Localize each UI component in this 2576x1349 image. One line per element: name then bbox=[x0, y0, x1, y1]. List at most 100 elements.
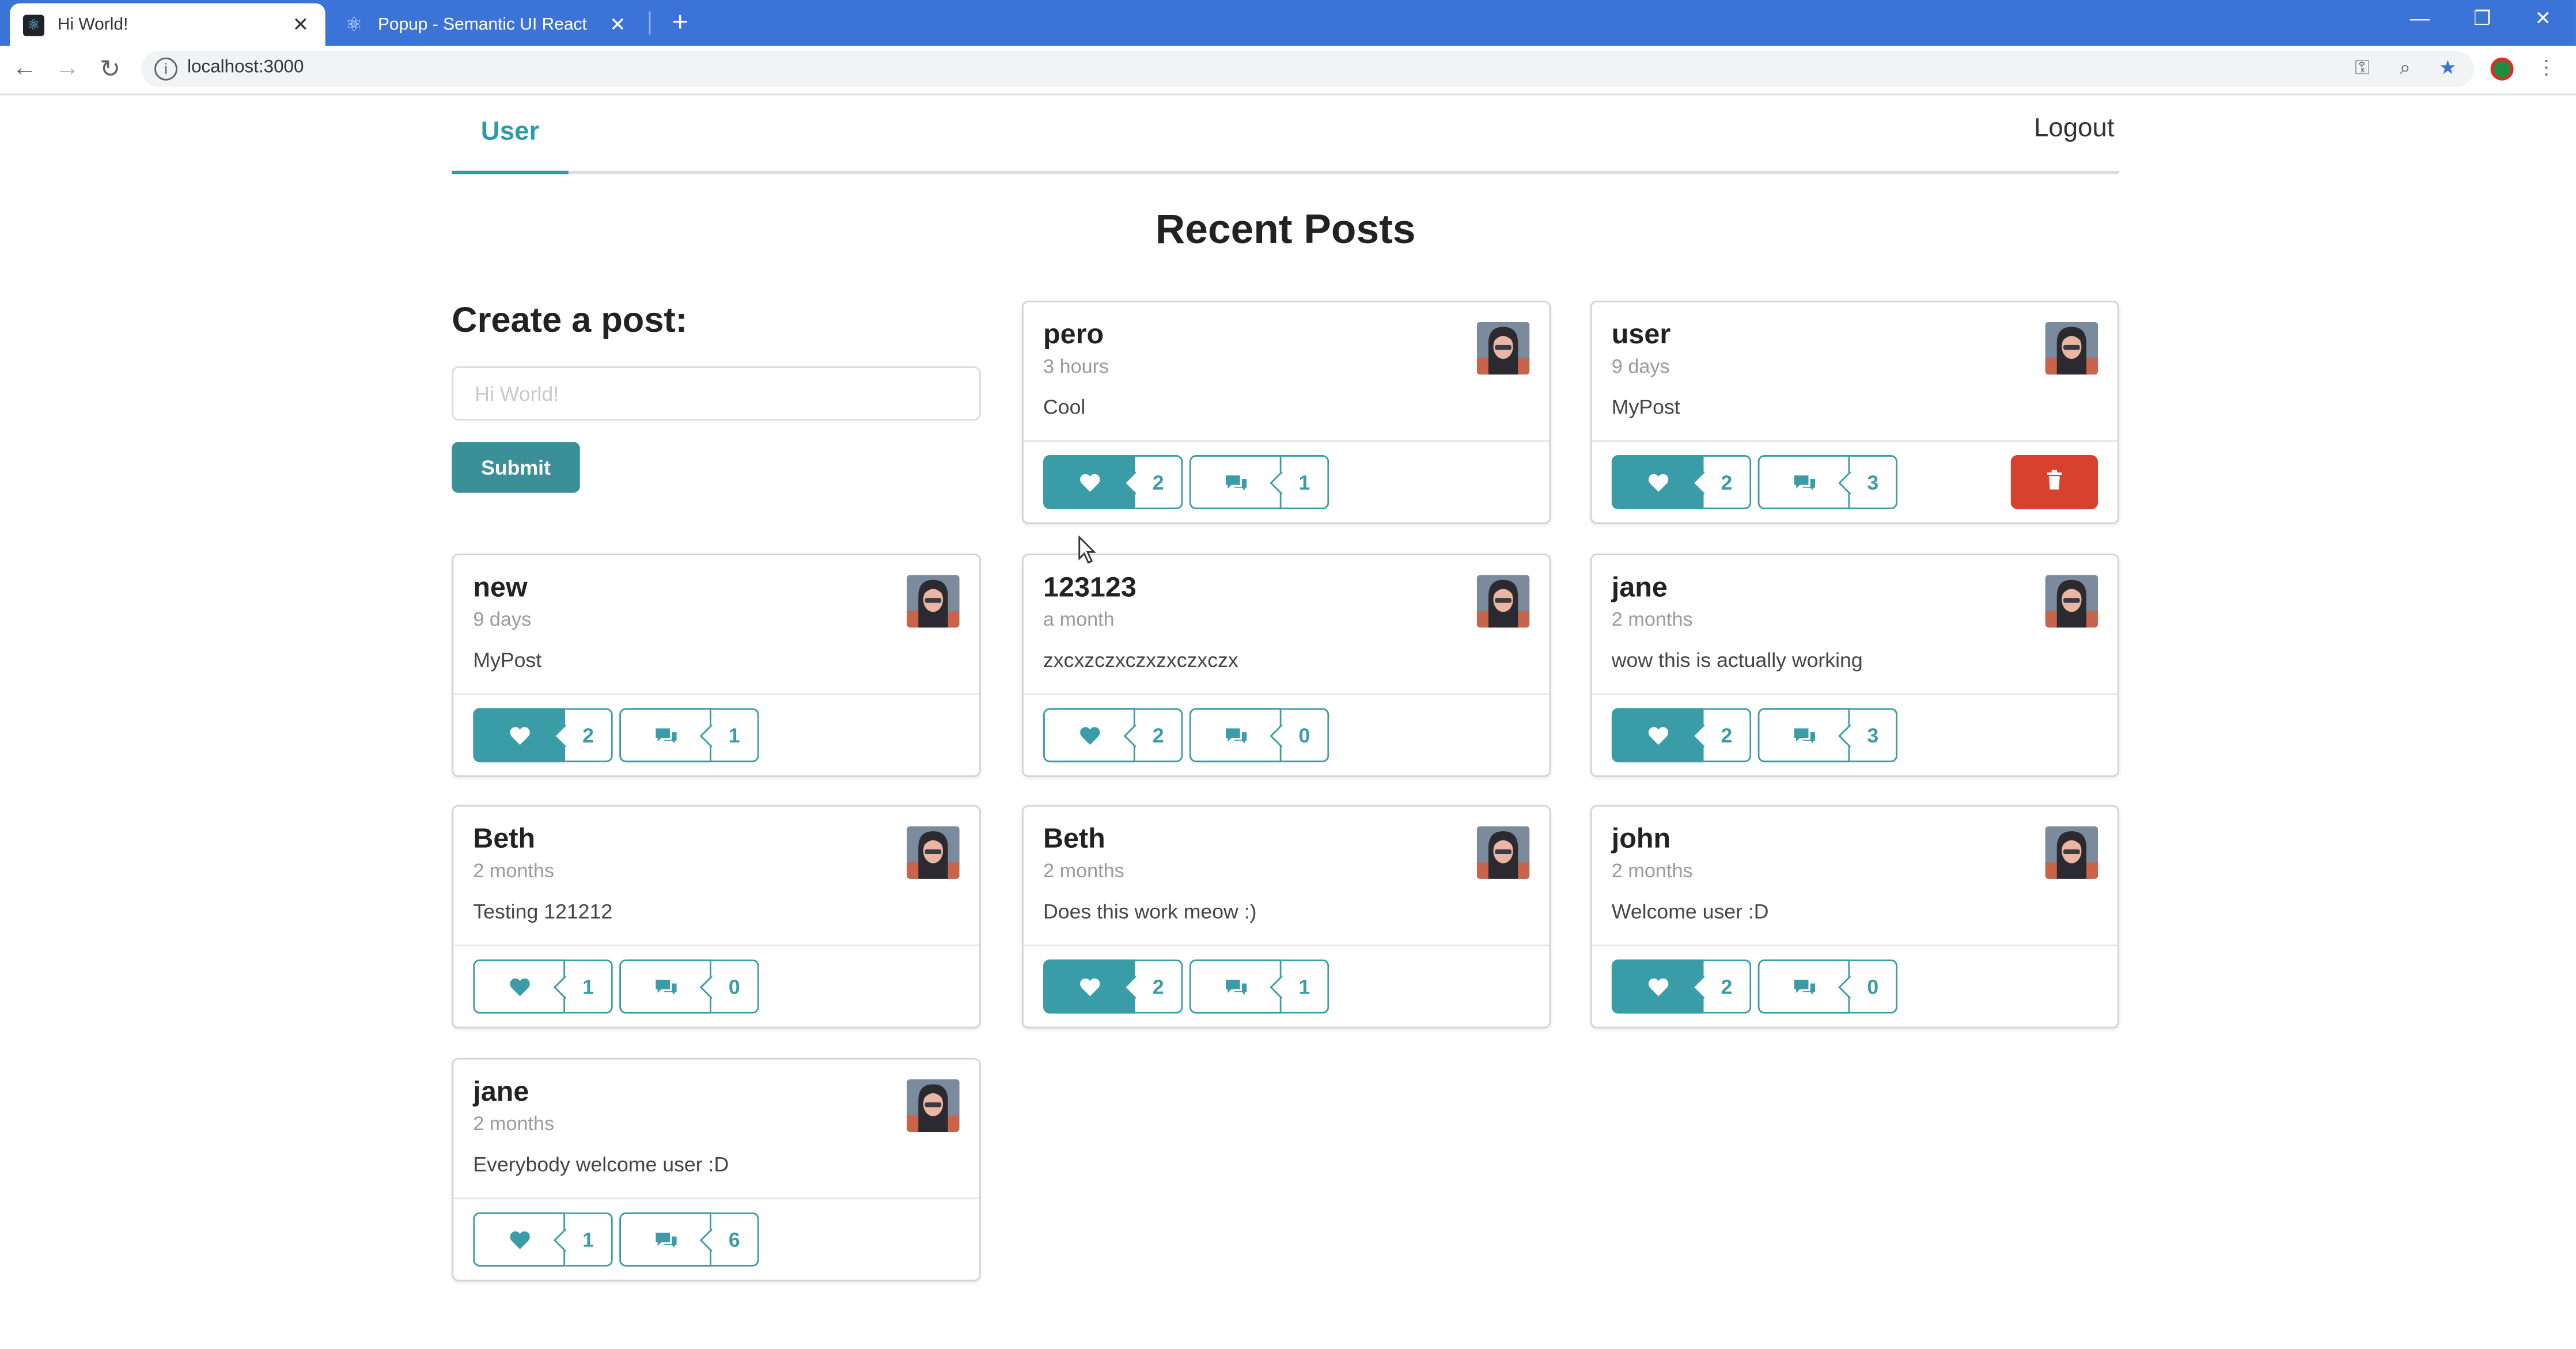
more-icon[interactable]: ⋮ bbox=[2533, 56, 2560, 79]
like-button[interactable]: 2 bbox=[473, 708, 613, 763]
comment-button[interactable]: 1 bbox=[619, 708, 759, 763]
minimize-icon[interactable]: — bbox=[2402, 6, 2438, 29]
heart-icon[interactable] bbox=[473, 708, 566, 763]
post-body: wow this is actually working bbox=[1611, 649, 1863, 672]
card-divider bbox=[1023, 944, 1550, 946]
heart-icon[interactable] bbox=[1611, 708, 1704, 763]
comments-icon[interactable] bbox=[1757, 959, 1850, 1014]
post-header: 123123 a month zxcxzczxczxzxczxczx bbox=[1043, 571, 1529, 673]
submit-button[interactable]: Submit bbox=[452, 442, 580, 493]
tab-separator bbox=[649, 11, 651, 35]
like-button[interactable]: 2 bbox=[1611, 708, 1752, 763]
like-button[interactable]: 2 bbox=[1043, 455, 1183, 510]
like-count: 2 bbox=[1703, 959, 1752, 1014]
post-actions: 16 bbox=[473, 1212, 759, 1267]
post-card: pero 3 hours Cool 2 1 bbox=[1021, 300, 1551, 524]
post-actions: 20 bbox=[1043, 708, 1329, 763]
post-actions: 21 bbox=[1043, 455, 1329, 510]
heart-icon[interactable] bbox=[1043, 708, 1135, 763]
heart-icon[interactable] bbox=[473, 959, 566, 1014]
card-divider bbox=[1023, 693, 1550, 695]
close-window-icon[interactable]: ✕ bbox=[2525, 6, 2562, 29]
address-bar: ← → ↻ i localhost:3000 ⚿ ⌕ ★ ⋮ bbox=[0, 46, 2576, 96]
tab-title: Hi World! bbox=[57, 14, 128, 35]
post-header: new 9 days MyPost bbox=[473, 571, 959, 673]
comments-icon[interactable] bbox=[619, 708, 711, 763]
post-body: zxcxzczxczxzxczxczx bbox=[1043, 649, 1238, 672]
reload-icon[interactable]: ↻ bbox=[95, 54, 124, 84]
comments-icon[interactable] bbox=[619, 1212, 711, 1267]
post-author: john bbox=[1611, 823, 1671, 855]
like-button[interactable]: 2 bbox=[1043, 959, 1183, 1014]
key-icon[interactable]: ⚿ bbox=[2349, 56, 2376, 81]
card-divider bbox=[453, 693, 979, 695]
comment-button[interactable]: 1 bbox=[1189, 959, 1329, 1014]
tab-hi-world[interactable]: ⚛ Hi World! ✕ bbox=[10, 3, 325, 46]
comments-icon[interactable] bbox=[1757, 708, 1850, 763]
heart-icon[interactable] bbox=[1611, 959, 1704, 1014]
post-time: a month bbox=[1043, 608, 1115, 631]
comments-icon[interactable] bbox=[1189, 455, 1282, 510]
avatar bbox=[2045, 575, 2098, 628]
comment-button[interactable]: 6 bbox=[619, 1212, 759, 1267]
info-icon[interactable]: i bbox=[154, 57, 178, 81]
like-button[interactable]: 2 bbox=[1611, 455, 1752, 510]
close-icon[interactable]: ✕ bbox=[289, 13, 312, 36]
card-divider bbox=[1592, 693, 2118, 695]
menu-item-logout[interactable]: Logout bbox=[2034, 115, 2119, 145]
like-button[interactable]: 1 bbox=[473, 959, 613, 1014]
heart-icon[interactable] bbox=[1611, 455, 1704, 510]
comment-count: 3 bbox=[1850, 455, 1898, 510]
comments-icon[interactable] bbox=[1189, 959, 1282, 1014]
comments-icon[interactable] bbox=[1757, 455, 1850, 510]
post-body: MyPost bbox=[1611, 396, 1680, 419]
post-card: Beth 2 months Does this work meow :) 2 1 bbox=[1021, 805, 1551, 1029]
card-divider bbox=[1592, 440, 2118, 442]
back-icon[interactable]: ← bbox=[10, 54, 39, 82]
comment-button[interactable]: 0 bbox=[1189, 708, 1329, 763]
tab-popup-semantic[interactable]: ⚛ Popup - Semantic UI React ✕ bbox=[330, 3, 642, 46]
like-button[interactable]: 2 bbox=[1043, 708, 1183, 763]
heart-icon[interactable] bbox=[1043, 959, 1135, 1014]
delete-button[interactable] bbox=[2010, 455, 2098, 510]
comment-button[interactable]: 3 bbox=[1757, 708, 1898, 763]
avatar bbox=[907, 1079, 960, 1132]
comment-count: 0 bbox=[1281, 708, 1329, 763]
app-root: ⚛ Hi World! ✕ ⚛ Popup - Semantic UI Reac… bbox=[0, 0, 2576, 1346]
avatar bbox=[1476, 575, 1530, 628]
comments-icon[interactable] bbox=[1189, 708, 1282, 763]
heart-icon[interactable] bbox=[473, 1212, 566, 1267]
zoom-icon[interactable]: ⌕ bbox=[2392, 56, 2419, 81]
post-body: MyPost bbox=[473, 649, 542, 672]
mouse-cursor-icon bbox=[1078, 535, 1096, 564]
card-divider bbox=[453, 944, 979, 946]
comment-button[interactable]: 0 bbox=[1757, 959, 1898, 1014]
menu-item-user[interactable]: User bbox=[452, 95, 569, 175]
comment-count: 6 bbox=[711, 1212, 759, 1267]
avatar bbox=[907, 826, 960, 879]
post-time: 2 months bbox=[1611, 859, 1693, 882]
post-time: 9 days bbox=[473, 608, 532, 631]
browser-tab-bar: ⚛ Hi World! ✕ ⚛ Popup - Semantic UI Reac… bbox=[0, 0, 2576, 46]
close-icon[interactable]: ✕ bbox=[606, 13, 629, 36]
avatar bbox=[1476, 826, 1530, 879]
extension-icon[interactable] bbox=[2490, 57, 2514, 81]
comments-icon[interactable] bbox=[619, 959, 711, 1014]
restore-icon[interactable]: ❐ bbox=[2464, 6, 2501, 29]
comment-count: 1 bbox=[1281, 959, 1329, 1014]
forward-icon[interactable]: → bbox=[52, 54, 82, 82]
post-input[interactable] bbox=[452, 366, 981, 421]
heart-icon[interactable] bbox=[1043, 455, 1135, 510]
post-actions: 20 bbox=[1611, 959, 1898, 1014]
like-button[interactable]: 2 bbox=[1611, 959, 1752, 1014]
like-count: 2 bbox=[1135, 708, 1183, 763]
comment-button[interactable]: 3 bbox=[1757, 455, 1898, 510]
star-icon[interactable]: ★ bbox=[2435, 56, 2461, 79]
comment-button[interactable]: 0 bbox=[619, 959, 759, 1014]
like-button[interactable]: 1 bbox=[473, 1212, 613, 1267]
post-card: jane 2 months wow this is actually working… bbox=[1590, 554, 2120, 777]
card-divider bbox=[453, 1198, 979, 1199]
url-field[interactable]: i localhost:3000 bbox=[141, 51, 2475, 88]
new-tab-icon[interactable]: + bbox=[665, 6, 695, 39]
comment-button[interactable]: 1 bbox=[1189, 455, 1329, 510]
